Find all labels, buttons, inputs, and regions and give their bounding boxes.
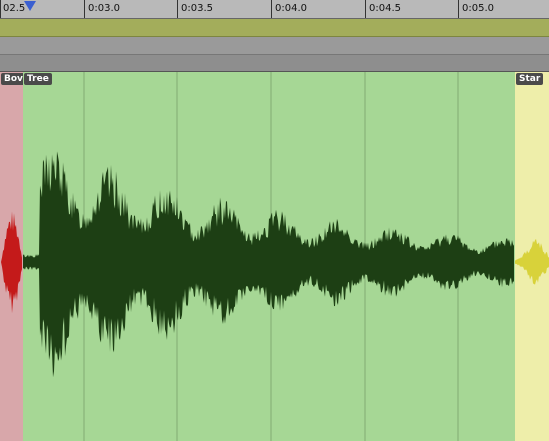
- ruler-tick: 0:04.0: [271, 0, 307, 18]
- ruler-tick: 0:04.5: [365, 0, 401, 18]
- waveform-bov: [1, 211, 22, 314]
- ruler-tick-label: 0:03.0: [88, 3, 120, 14]
- conductor-lane[interactable]: [0, 19, 549, 37]
- timeline-ruler[interactable]: 02.5 0:03.0 0:03.5 0:04.0 0:04.5 0:05.0: [0, 0, 549, 19]
- ruler-tick: 0:03.0: [84, 0, 120, 18]
- ruler-tick-label: 0:04.5: [369, 3, 401, 14]
- ruler-tick: 02.5: [0, 0, 25, 18]
- ruler-tick-label: 02.5: [3, 3, 26, 14]
- ruler-tick: 0:05.0: [458, 0, 494, 18]
- audio-track[interactable]: Bov Tree Star: [0, 72, 549, 441]
- ruler-tick-label: 0:05.0: [462, 3, 494, 14]
- ruler-tick-label: 0:03.5: [181, 3, 213, 14]
- ruler-tick-label: 0:04.0: [275, 3, 307, 14]
- track-header-lane[interactable]: [0, 55, 549, 73]
- waveform-tree: [23, 151, 514, 378]
- waveform-display: [1, 72, 549, 441]
- waveform-star: [515, 238, 549, 285]
- playhead-marker-icon[interactable]: [24, 1, 36, 11]
- marker-lane[interactable]: [0, 37, 549, 55]
- ruler-tick: 0:03.5: [177, 0, 213, 18]
